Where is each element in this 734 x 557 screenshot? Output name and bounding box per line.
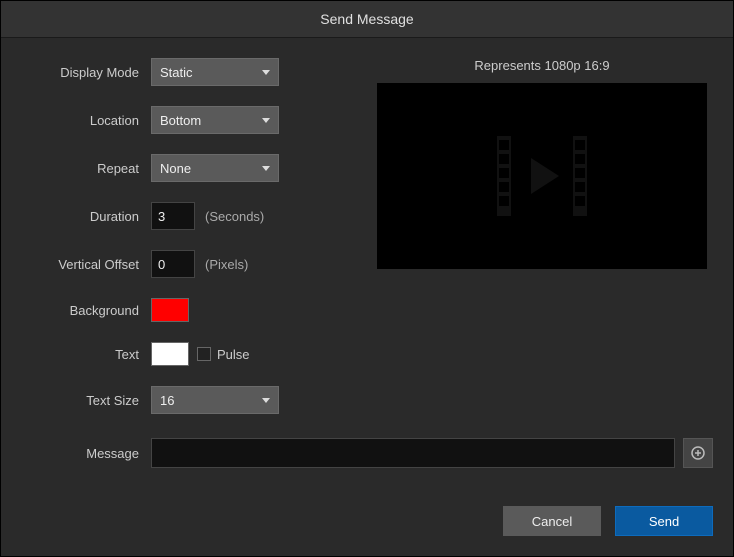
label-vertical-offset: Vertical Offset [21,257,151,272]
text-size-select[interactable]: 16 [151,386,279,414]
location-value: Bottom [160,113,201,128]
send-message-dialog: Send Message Display Mode Static Locatio… [0,0,734,557]
text-color-swatch[interactable] [151,342,189,366]
chevron-down-icon [262,398,270,403]
vertical-offset-unit: (Pixels) [205,257,248,272]
chevron-down-icon [262,70,270,75]
row-text: Text Pulse [21,342,351,366]
duration-input[interactable] [151,202,195,230]
vertical-offset-input[interactable] [151,250,195,278]
label-repeat: Repeat [21,161,151,176]
duration-unit: (Seconds) [205,209,264,224]
message-input[interactable] [151,438,675,468]
preview-caption: Represents 1080p 16:9 [474,58,609,73]
display-mode-value: Static [160,65,193,80]
row-duration: Duration (Seconds) [21,202,351,230]
row-text-size: Text Size 16 [21,386,351,414]
display-mode-select[interactable]: Static [151,58,279,86]
row-vertical-offset: Vertical Offset (Pixels) [21,250,351,278]
label-duration: Duration [21,209,151,224]
location-select[interactable]: Bottom [151,106,279,134]
send-button[interactable]: Send [615,506,713,536]
repeat-value: None [160,161,191,176]
cancel-button[interactable]: Cancel [503,506,601,536]
label-location: Location [21,113,151,128]
form-column: Display Mode Static Location Bottom Repe… [21,58,351,434]
row-message: Message [21,438,713,468]
pulse-checkbox[interactable] [197,347,211,361]
preview-box [377,83,707,269]
add-message-button[interactable] [683,438,713,468]
dialog-footer: Cancel Send [1,490,733,556]
repeat-select[interactable]: None [151,154,279,182]
dialog-body: Display Mode Static Location Bottom Repe… [1,38,733,490]
dialog-title: Send Message [1,1,733,38]
label-message: Message [21,446,151,461]
row-background: Background [21,298,351,322]
label-text: Text [21,347,151,362]
chevron-down-icon [262,118,270,123]
pulse-label: Pulse [217,347,250,362]
label-text-size: Text Size [21,393,151,408]
label-display-mode: Display Mode [21,65,151,80]
row-repeat: Repeat None [21,154,351,182]
top-area: Display Mode Static Location Bottom Repe… [21,58,713,434]
label-background: Background [21,303,151,318]
row-display-mode: Display Mode Static [21,58,351,86]
row-location: Location Bottom [21,106,351,134]
text-size-value: 16 [160,393,174,408]
preview-column: Represents 1080p 16:9 [371,58,713,434]
film-play-icon [497,136,587,216]
chevron-down-icon [262,166,270,171]
background-color-swatch[interactable] [151,298,189,322]
plus-circle-icon [691,446,705,460]
